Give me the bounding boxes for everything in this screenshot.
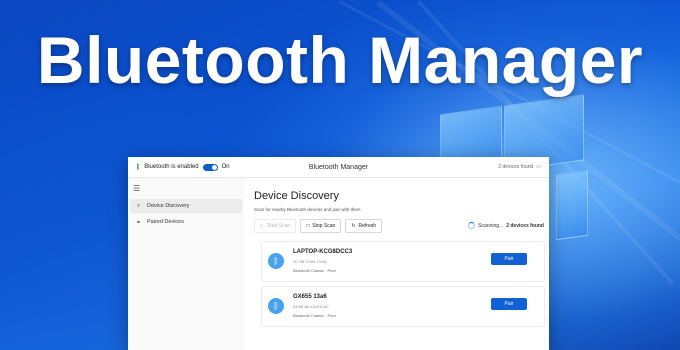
refresh-label: Refresh	[358, 223, 377, 229]
device-meta: Bluetooth Classic · Poor	[293, 313, 336, 318]
play-icon: ▷	[260, 223, 264, 229]
refresh-icon: ↻	[351, 223, 356, 229]
sidebar-item-label: Device Discovery	[147, 203, 190, 209]
pair-button[interactable]: Pair	[491, 298, 527, 310]
page-subtitle: Scan for nearby Bluetooth devices and pa…	[254, 207, 361, 212]
window-icon[interactable]: ▭	[536, 164, 541, 170]
scan-status-count: 2 devices found	[506, 222, 544, 229]
app-window: ᛒ Bluetooth is enabled On Bluetooth Mana…	[128, 157, 549, 350]
device-name: GX655 13a6	[293, 294, 327, 300]
device-name: LAPTOP-KCG8DCC3	[293, 249, 353, 255]
windows-logo-pane	[556, 169, 588, 241]
search-icon: ⌕	[136, 202, 141, 209]
device-card: ᛒ LAPTOP-KCG8DCC3 2C:3B:70:60:74:0A Blue…	[261, 241, 545, 282]
bluetooth-toggle[interactable]	[202, 163, 218, 171]
refresh-button[interactable]: ↻ Refresh	[345, 219, 383, 233]
spinner-icon	[468, 222, 476, 229]
sidebar: ☰ ⌕ Device Discovery ⚭ Paired Devices	[128, 178, 244, 350]
device-address: 2C:3B:70:60:74:0A	[293, 259, 327, 264]
sidebar-item-label: Paired Devices	[147, 219, 184, 225]
devices-found-indicator: 2 devices found ▭	[498, 164, 541, 170]
scan-toolbar: ▷ Start Scan □ Stop Scan ↻ Refresh	[254, 219, 383, 233]
pair-button[interactable]: Pair	[491, 253, 527, 265]
sidebar-item-paired-devices[interactable]: ⚭ Paired Devices	[130, 215, 242, 229]
page-title: Device Discovery	[254, 190, 339, 202]
bluetooth-icon: ᛒ	[268, 253, 284, 269]
devices-found-text: 2 devices found	[498, 164, 534, 170]
toggle-state-label: On	[221, 164, 230, 170]
link-icon: ⚭	[135, 219, 142, 226]
bluetooth-icon: ᛒ	[268, 298, 284, 314]
stop-icon: □	[306, 223, 310, 229]
scan-status: Scanning... 2 devices found	[468, 222, 544, 229]
stop-scan-button[interactable]: □ Stop Scan	[300, 219, 342, 233]
hamburger-menu-icon[interactable]: ☰	[128, 178, 244, 197]
sidebar-item-device-discovery[interactable]: ⌕ Device Discovery	[130, 199, 242, 213]
scan-status-prefix: Scanning...	[478, 222, 504, 229]
banner-headline: Bluetooth Manager	[36, 23, 644, 97]
bluetooth-status-text: Bluetooth is enabled	[144, 164, 199, 170]
title-bar: ᛒ Bluetooth is enabled On Bluetooth Mana…	[128, 157, 549, 178]
device-meta: Bluetooth Classic · Poor	[293, 268, 336, 273]
start-scan-button[interactable]: ▷ Start Scan	[254, 219, 297, 233]
bluetooth-icon: ᛒ	[136, 163, 141, 171]
start-scan-label: Start Scan	[266, 223, 291, 229]
device-card: ᛒ GX655 13a6 94:6E:6A:CA:E4:AC Bluetooth…	[261, 286, 545, 327]
bluetooth-status-group: ᛒ Bluetooth is enabled On	[136, 163, 230, 171]
device-address: 94:6E:6A:CA:E4:AC	[293, 304, 329, 309]
main-content: Device Discovery Scan for nearby Bluetoo…	[254, 178, 549, 350]
stop-scan-label: Stop Scan	[312, 223, 336, 229]
